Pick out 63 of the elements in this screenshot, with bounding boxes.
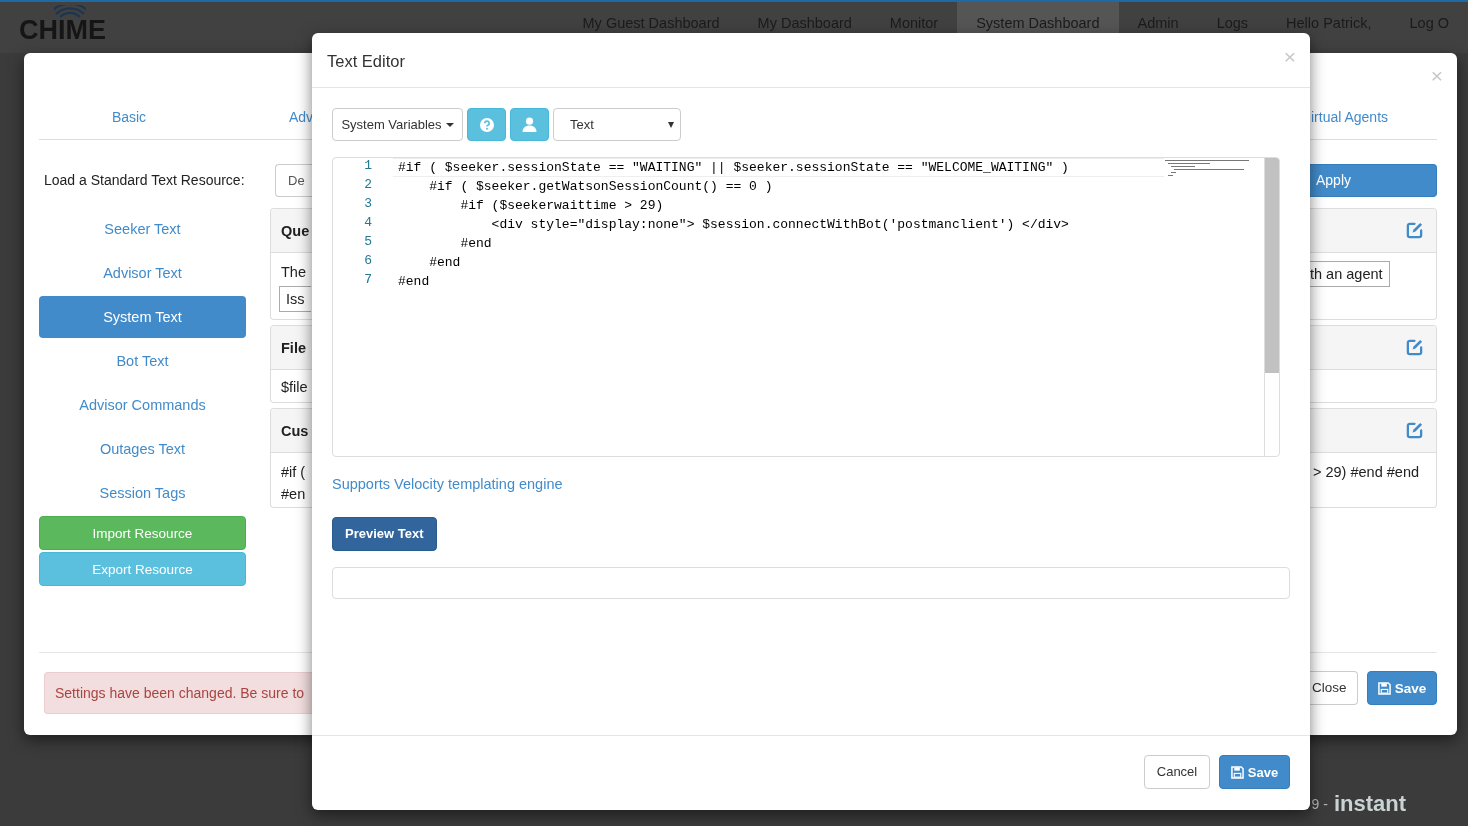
- sidebar-item[interactable]: Advisor Text: [39, 251, 246, 295]
- brand-logo: instant: [1333, 791, 1406, 817]
- panel-text: $file: [281, 378, 308, 397]
- preview-button[interactable]: Preview Text: [332, 517, 437, 551]
- save-button[interactable]: Save: [1219, 755, 1290, 789]
- line-number: 4: [363, 215, 373, 232]
- floppy-icon: [1230, 765, 1244, 779]
- dialog-title: Text Editor: [327, 51, 405, 71]
- format-select[interactable]: Text: [553, 108, 681, 141]
- tab[interactable]: Basic: [39, 100, 219, 134]
- version-text: 9 -: [1311, 796, 1328, 812]
- field-label: Load a Standard Text Resource:: [43, 171, 245, 190]
- sidebar-item[interactable]: Bot Text: [39, 339, 246, 383]
- caret-icon: [668, 121, 674, 128]
- floppy-icon: [1377, 681, 1391, 695]
- code-line: <div style="display:none"> $session.connectWithBot('postmanclient') </div>: [490, 216, 1070, 234]
- panel-header: Cus: [271, 409, 312, 453]
- help-link[interactable]: Supports Velocity templating engine: [332, 474, 563, 494]
- sidebar-item[interactable]: System Text: [39, 296, 246, 338]
- export-button[interactable]: Export Resource: [39, 552, 246, 586]
- code-line: #if ( $seeker.getWatsonSessionCount() == 0 ): [428, 178, 774, 196]
- sidebar-item[interactable]: Session Tags: [39, 471, 246, 515]
- line-number: 6: [363, 253, 373, 270]
- edit-icon: [1405, 221, 1424, 240]
- sidebar-item[interactable]: Advisor Commands: [39, 383, 246, 427]
- line-number: 3: [363, 196, 373, 213]
- edit-icon: [1405, 421, 1424, 440]
- line-number: 2: [363, 177, 373, 194]
- alert-message: Settings have been changed. Be sure to: [44, 672, 312, 714]
- panel-text: The: [281, 263, 306, 282]
- edit-icon: [1405, 338, 1424, 357]
- panel-header: File: [271, 326, 312, 370]
- line-number: 7: [363, 272, 373, 289]
- sidebar-item[interactable]: Outages Text: [39, 427, 246, 471]
- tab[interactable]: Adv: [288, 100, 312, 134]
- user-icon: [522, 117, 537, 132]
- tab[interactable]: irtual Agents: [1310, 100, 1437, 134]
- help-button[interactable]: [467, 108, 506, 141]
- input-field[interactable]: Iss: [279, 286, 311, 312]
- variables-dropdown[interactable]: System Variables: [332, 108, 463, 141]
- code-line: #if ( $seeker.sessionState == "WAITING" || $seeker.sessionState == "WELCOME_WAITING" ): [393, 158, 1164, 177]
- sidebar-item[interactable]: Seeker Text: [39, 207, 246, 251]
- cancel-button[interactable]: Cancel: [1144, 755, 1210, 789]
- caret-icon: [445, 122, 454, 127]
- signal-arcs-icon: [54, 5, 86, 19]
- panel-header: Que: [271, 209, 312, 253]
- apply-button[interactable]: Apply: [1310, 164, 1437, 197]
- save-button[interactable]: Save: [1367, 671, 1437, 705]
- line-number: 5: [363, 234, 373, 251]
- code-editor[interactable]: [332, 157, 1280, 457]
- nav-link[interactable]: System Dashboard: [957, 2, 1119, 33]
- question-icon: [479, 117, 494, 132]
- scrollbar-thumb[interactable]: [1265, 158, 1279, 373]
- user-button[interactable]: [510, 108, 549, 141]
- panel-text: #if (: [281, 463, 306, 482]
- code-line: #end: [428, 254, 462, 272]
- panel-text: #en: [281, 485, 306, 504]
- line-number: 1: [363, 158, 373, 175]
- code-line: #end: [397, 273, 431, 291]
- import-button[interactable]: Import Resource: [39, 516, 246, 550]
- code-line: #end: [459, 235, 493, 253]
- code-line: #if ($seekerwaittime > 29): [459, 197, 665, 215]
- panel-text: > 29) #end #end: [1312, 463, 1420, 482]
